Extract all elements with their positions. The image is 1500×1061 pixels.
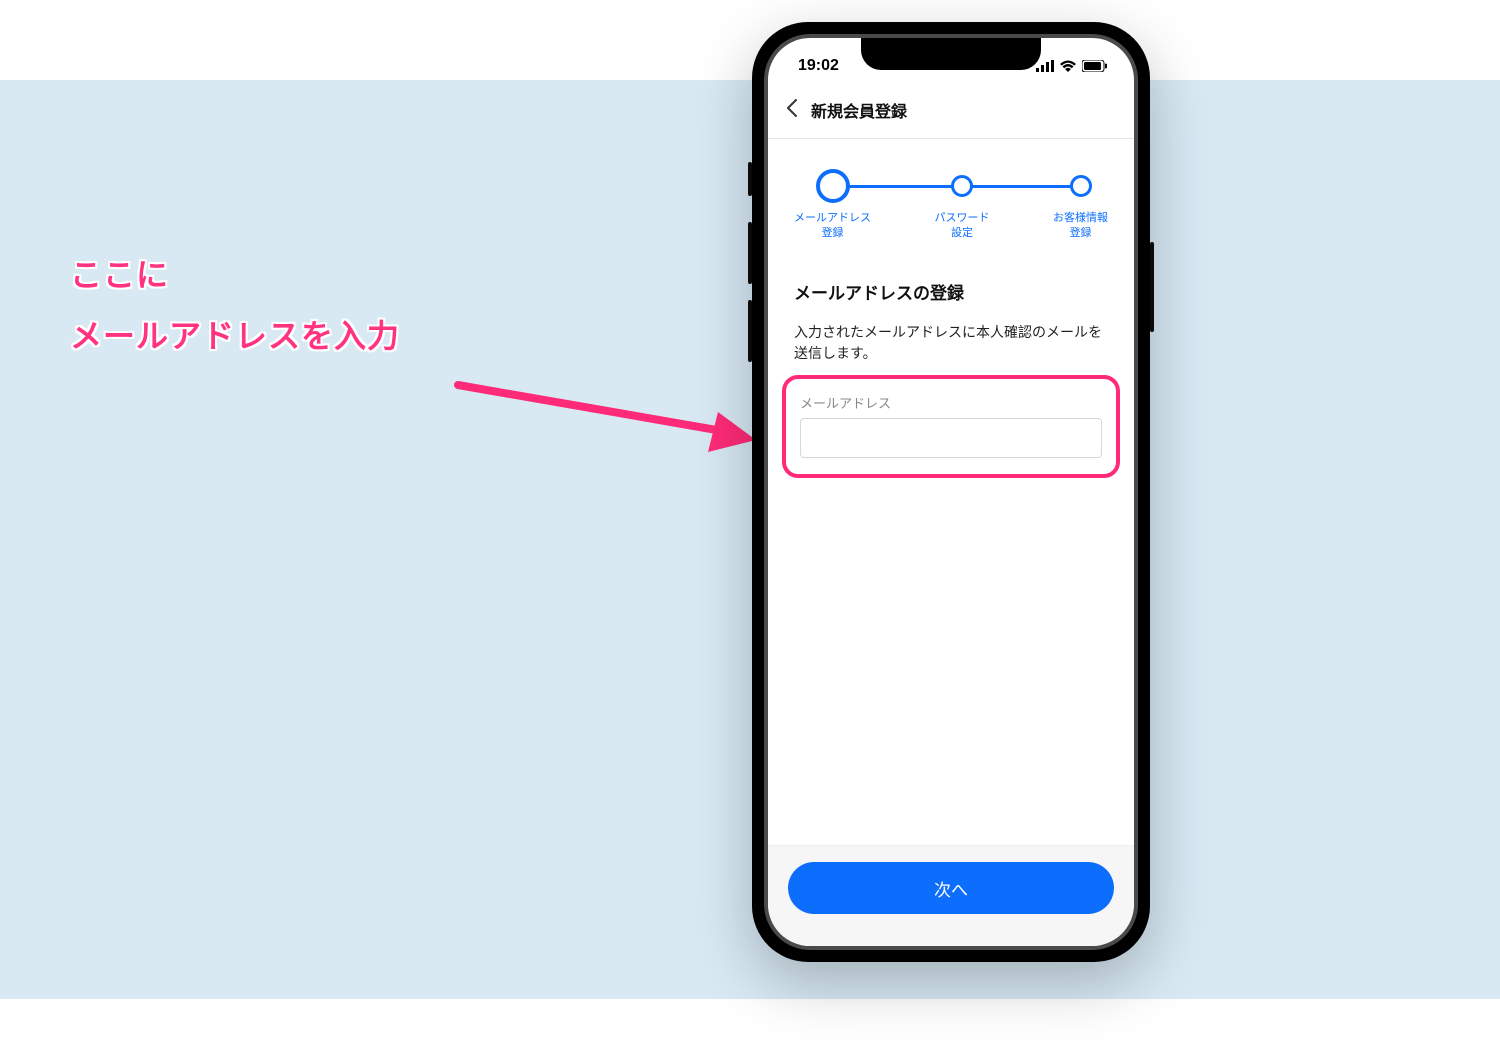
bottom-bar: 次へ [768,845,1134,946]
nav-bar: 新規会員登録 [768,82,1134,139]
step-circle-icon [816,169,850,203]
status-time: 19:02 [798,57,839,75]
next-button[interactable]: 次へ [788,862,1114,914]
chevron-left-icon [786,99,797,117]
phone-notch [861,38,1041,70]
step-email: メールアドレス 登録 [794,169,871,241]
phone-side-button [748,162,752,196]
back-button[interactable] [784,99,799,121]
step-circle-icon [1070,175,1092,197]
email-input-label: メールアドレス [800,393,1102,412]
phone-screen: 19:02 新規会員登録 メールアド [768,38,1134,946]
step-label-line: 登録 [1070,227,1092,239]
signal-icon [1036,60,1054,72]
section-description: 入力されたメールアドレスに本人確認のメールを送信します。 [794,322,1108,365]
step-label-line: 設定 [951,227,973,239]
phone-frame-inner: 19:02 新規会員登録 メールアド [764,34,1138,950]
phone-side-button [748,300,752,362]
step-label-line: 登録 [822,227,844,239]
step-circle-icon [951,175,973,197]
step-customer-info: お客様情報 登録 [1053,169,1108,241]
email-input-highlight: メールアドレス [782,375,1120,478]
background-panel [0,80,1500,999]
wifi-icon [1060,60,1076,72]
step-label-line: お客様情報 [1053,212,1108,224]
annotation-line1: ここに [70,245,400,306]
step-label: お客様情報 登録 [1053,211,1108,241]
status-icons [1036,60,1108,72]
step-label-line: メールアドレス [794,212,871,224]
step-label-line: パスワード [935,212,990,224]
annotation-callout: ここに メールアドレスを入力 [70,245,400,367]
section-title: メールアドレスの登録 [794,279,1108,304]
phone-frame: 19:02 新規会員登録 メールアド [752,22,1150,962]
email-input[interactable] [800,418,1102,458]
progress-stepper: メールアドレス 登録 パスワード 設定 お客様情報 登録 [768,139,1134,249]
arrow-icon [450,370,760,460]
annotation-line2: メールアドレスを入力 [70,306,400,367]
step-label: メールアドレス 登録 [794,211,871,241]
phone-side-button [748,222,752,284]
battery-icon [1082,60,1108,72]
step-label: パスワード 設定 [935,211,990,241]
step-password: パスワード 設定 [935,169,990,241]
nav-title: 新規会員登録 [811,98,907,122]
content-section: メールアドレスの登録 入力されたメールアドレスに本人確認のメールを送信します。 [768,249,1134,375]
phone-side-button [1150,242,1154,332]
